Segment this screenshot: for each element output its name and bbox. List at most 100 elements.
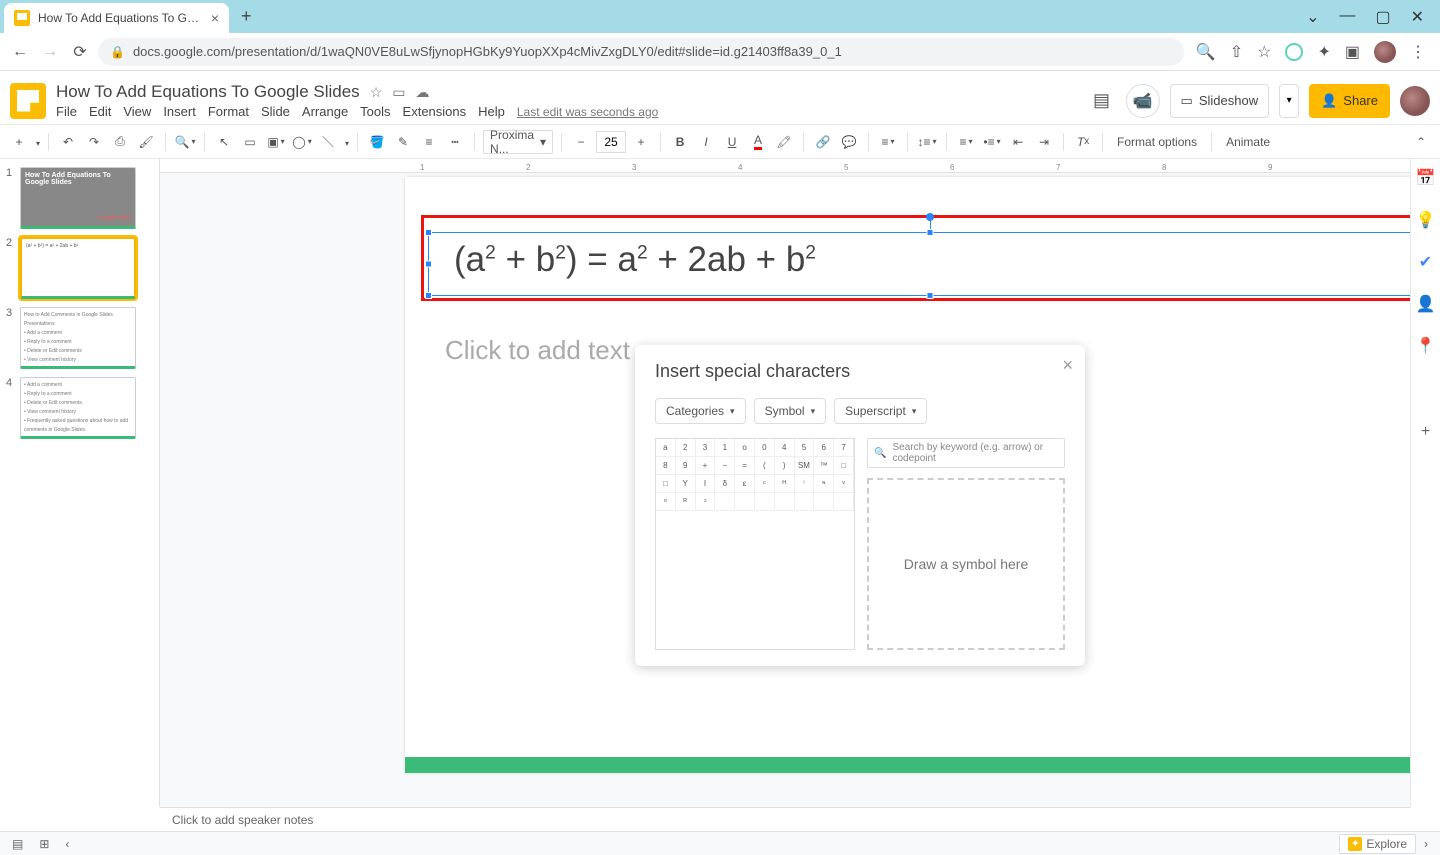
bookmark-icon[interactable]: ☆ <box>1257 42 1271 62</box>
char-cell[interactable]: a <box>656 439 676 457</box>
filmstrip-view-icon[interactable]: ▤ <box>12 837 23 851</box>
char-cell[interactable]: ᵒ <box>656 493 676 511</box>
char-cell[interactable]: ⁱ <box>795 475 815 493</box>
menu-slide[interactable]: Slide <box>261 104 290 119</box>
slide-thumb-4[interactable]: • Add a comment• Reply to a comment• Del… <box>20 377 136 439</box>
forward-button[interactable]: → <box>38 40 62 64</box>
side-panel-icon[interactable]: ▣ <box>1345 42 1360 62</box>
grammarly-icon[interactable] <box>1285 43 1303 61</box>
keep-icon[interactable]: 💡 <box>1417 211 1435 229</box>
extensions-icon[interactable]: ✦ <box>1317 42 1330 62</box>
show-side-panel-button[interactable]: › <box>1424 837 1428 851</box>
maximize-button[interactable]: ▢ <box>1375 7 1390 27</box>
menu-edit[interactable]: Edit <box>89 104 111 119</box>
grid-view-icon[interactable]: ⊞ <box>39 837 49 851</box>
char-cell[interactable]: + <box>696 457 716 475</box>
collapse-film-icon[interactable]: ‹ <box>65 837 69 851</box>
char-cell[interactable]: 7 <box>834 439 854 457</box>
char-cell[interactable]: ᴿ <box>676 493 696 511</box>
explore-button[interactable]: ✦ Explore <box>1339 834 1416 854</box>
decrease-font-button[interactable]: − <box>570 131 592 153</box>
numbered-list-button[interactable]: ≡ <box>955 131 977 153</box>
symbol-dropdown[interactable]: Symbol <box>754 398 827 424</box>
char-cell[interactable]: = <box>735 457 755 475</box>
minimize-button[interactable]: — <box>1339 7 1355 27</box>
link-button[interactable]: 🔗 <box>812 131 834 153</box>
tasks-icon[interactable]: ✔ <box>1417 253 1435 271</box>
select-tool[interactable]: ↖ <box>213 131 235 153</box>
slides-logo-icon[interactable] <box>10 83 46 119</box>
menu-arrange[interactable]: Arrange <box>302 104 348 119</box>
chrome-menu-icon[interactable]: ⋮ <box>1410 42 1426 62</box>
char-cell[interactable]: ™ <box>814 457 834 475</box>
equation-text[interactable]: (a2 + b2) = a2 + 2ab + b2 <box>454 240 816 280</box>
char-cell[interactable]: 6 <box>814 439 834 457</box>
hide-menus-button[interactable]: ⌃ <box>1410 131 1432 153</box>
char-cell[interactable]: 0 <box>755 439 775 457</box>
reload-button[interactable]: ⟳ <box>68 40 92 64</box>
undo-button[interactable]: ↶ <box>57 131 79 153</box>
text-color-button[interactable]: A <box>747 131 769 153</box>
char-cell[interactable]: 1 <box>715 439 735 457</box>
char-cell[interactable]: 4 <box>775 439 795 457</box>
shape-tool[interactable]: ◯ <box>291 131 313 153</box>
maps-icon[interactable]: 📍 <box>1417 337 1435 355</box>
align-button[interactable]: ≡ <box>877 131 899 153</box>
increase-font-button[interactable]: + <box>630 131 652 153</box>
char-cell[interactable] <box>834 493 854 511</box>
char-cell[interactable]: □ <box>656 475 676 493</box>
comments-icon[interactable]: ▤ <box>1088 87 1116 115</box>
increase-indent-button[interactable]: ⇥ <box>1033 131 1055 153</box>
char-cell[interactable]: − <box>715 457 735 475</box>
clear-format-button[interactable]: Tx <box>1072 131 1094 153</box>
char-cell[interactable]: 3 <box>696 439 716 457</box>
slide-thumb-3[interactable]: How to Add Comments in Google Slides Pre… <box>20 307 136 369</box>
char-cell[interactable]: ᵛ <box>834 475 854 493</box>
close-window-button[interactable]: ✕ <box>1411 7 1424 27</box>
menu-tools[interactable]: Tools <box>360 104 390 119</box>
line-dropdown[interactable] <box>343 135 349 149</box>
char-cell[interactable]: ᴴ <box>775 475 795 493</box>
char-cell[interactable]: □ <box>834 457 854 475</box>
char-cell[interactable] <box>715 493 735 511</box>
cloud-status-icon[interactable]: ☁ <box>415 84 429 101</box>
font-size-input[interactable] <box>596 131 626 153</box>
slideshow-button[interactable]: ▭ Slideshow <box>1170 84 1270 118</box>
canvas-area[interactable]: 123456789 (a2 + b2) = a2 + 2ab + b2 Clic… <box>160 159 1410 807</box>
char-cell[interactable]: 2 <box>676 439 696 457</box>
format-options-button[interactable]: Format options <box>1111 135 1203 149</box>
char-cell[interactable]: Y <box>676 475 696 493</box>
meet-button[interactable]: 📹 <box>1126 84 1160 118</box>
border-weight-tool[interactable]: ≡ <box>418 131 440 153</box>
last-edit-link[interactable]: Last edit was seconds ago <box>517 105 658 119</box>
animate-button[interactable]: Animate <box>1220 135 1276 149</box>
character-search-input[interactable]: 🔍 Search by keyword (e.g. arrow) or code… <box>867 438 1065 468</box>
browser-tab[interactable]: How To Add Equations To Google × <box>4 3 229 33</box>
star-icon[interactable]: ☆ <box>370 84 383 101</box>
char-cell[interactable]: ᵓ <box>696 493 716 511</box>
menu-extensions[interactable]: Extensions <box>403 104 467 119</box>
redo-button[interactable]: ↷ <box>83 131 105 153</box>
add-addon-button[interactable]: + <box>1417 423 1435 441</box>
char-cell[interactable]: 8 <box>656 457 676 475</box>
border-dash-tool[interactable]: ┅ <box>444 131 466 153</box>
rotation-handle[interactable] <box>926 213 934 221</box>
new-slide-button[interactable]: + <box>8 131 30 153</box>
profile-avatar-icon[interactable] <box>1374 41 1396 63</box>
bulleted-list-button[interactable]: •≡ <box>981 131 1003 153</box>
char-cell[interactable]: δ <box>715 475 735 493</box>
image-tool[interactable]: ▣ <box>265 131 287 153</box>
char-cell[interactable]: 9 <box>676 457 696 475</box>
char-cell[interactable]: o <box>735 439 755 457</box>
url-input[interactable]: 🔒 docs.google.com/presentation/d/1waQN0V… <box>98 38 1184 66</box>
char-cell[interactable]: ) <box>775 457 795 475</box>
zoom-tool[interactable]: 🔍 <box>174 131 196 153</box>
italic-button[interactable]: I <box>695 131 717 153</box>
char-cell[interactable] <box>814 493 834 511</box>
bold-button[interactable]: B <box>669 131 691 153</box>
comment-button[interactable]: 💬 <box>838 131 860 153</box>
menu-format[interactable]: Format <box>208 104 249 119</box>
new-slide-dropdown[interactable] <box>34 135 40 149</box>
back-button[interactable]: ← <box>8 40 32 64</box>
char-cell[interactable]: 5 <box>795 439 815 457</box>
